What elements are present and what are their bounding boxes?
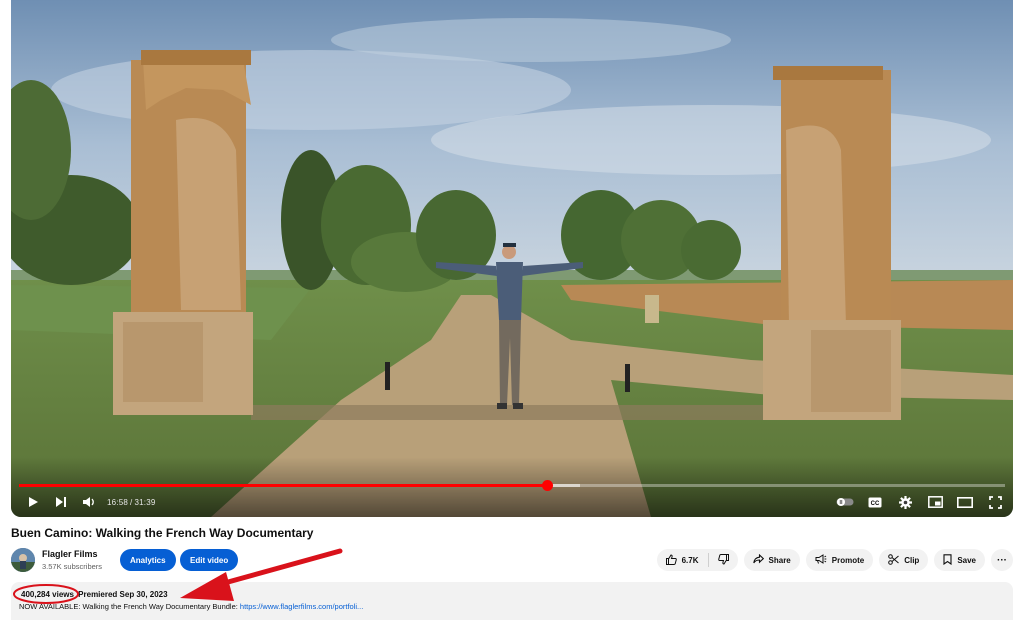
clip-button[interactable]: Clip <box>879 549 929 571</box>
time-separator: / <box>130 497 133 507</box>
fullscreen-button[interactable] <box>985 492 1005 512</box>
dislike-button[interactable] <box>709 549 738 571</box>
view-count: 400,284 views <box>21 590 74 599</box>
player-controls: 16:58/31:39 CC <box>11 492 1013 512</box>
channel-avatar[interactable] <box>11 548 35 572</box>
promote-button[interactable]: Promote <box>805 549 874 571</box>
promote-label: Promote <box>831 555 865 565</box>
video-player[interactable]: 16:58/31:39 CC <box>11 0 1013 517</box>
share-label: Share <box>768 555 791 565</box>
description-link[interactable]: https://www.flaglerfilms.com/portfoli... <box>240 602 363 611</box>
captions-button[interactable]: CC <box>865 492 885 512</box>
player-right-controls: CC <box>835 492 1005 512</box>
clip-label: Clip <box>904 555 920 565</box>
promote-icon <box>815 554 827 566</box>
captions-icon: CC <box>868 497 882 508</box>
analytics-button[interactable]: Analytics <box>120 549 176 571</box>
thumbs-up-icon <box>665 553 677 567</box>
play-icon <box>27 496 39 508</box>
share-button[interactable]: Share <box>743 549 800 571</box>
like-button[interactable]: 6.7K <box>657 549 708 571</box>
share-icon <box>752 553 764 566</box>
settings-button[interactable] <box>895 492 915 512</box>
like-dislike-group: 6.7K <box>656 549 738 571</box>
description-body: NOW AVAILABLE: Walking the French Way Do… <box>19 602 240 611</box>
miniplayer-icon <box>927 496 943 508</box>
video-title: Buen Camino: Walking the French Way Docu… <box>11 526 314 540</box>
autoplay-toggle[interactable] <box>835 492 855 512</box>
edit-video-button[interactable]: Edit video <box>180 549 239 571</box>
duration: 31:39 <box>134 497 156 507</box>
current-time: 16:58 <box>107 497 129 507</box>
scissors-icon <box>888 553 900 567</box>
fullscreen-icon <box>988 495 1002 509</box>
theater-mode-button[interactable] <box>955 492 975 512</box>
description-meta: 400,284 views Premiered Sep 30, 2023 <box>19 590 168 599</box>
theater-mode-icon <box>957 496 973 508</box>
more-actions-button[interactable]: ··· <box>991 549 1013 571</box>
volume-button[interactable] <box>79 492 99 512</box>
time-display: 16:58/31:39 <box>107 498 156 507</box>
save-label: Save <box>957 555 976 565</box>
description-text: NOW AVAILABLE: Walking the French Way Do… <box>19 602 363 611</box>
channel-row: Flagler Films 3.57K subscribers Analytic… <box>11 547 1013 573</box>
played-bar <box>19 484 548 487</box>
action-buttons: 6.7K Share Promote Clip Save ··· <box>656 549 1013 571</box>
channel-name[interactable]: Flagler Films <box>42 549 98 559</box>
settings-gear-icon <box>898 495 912 509</box>
description-box[interactable]: 400,284 views Premiered Sep 30, 2023 NOW… <box>11 582 1013 620</box>
volume-icon <box>82 496 96 508</box>
video-frame[interactable] <box>11 0 1013 517</box>
thumbs-down-icon <box>717 553 729 567</box>
svg-text:CC: CC <box>871 501 880 507</box>
like-count: 6.7K <box>681 555 699 565</box>
subscriber-count: 3.57K subscribers <box>42 562 103 571</box>
next-button[interactable] <box>51 492 71 512</box>
miniplayer-button[interactable] <box>925 492 945 512</box>
save-button[interactable]: Save <box>934 549 985 571</box>
play-button[interactable] <box>23 492 43 512</box>
progress-bar[interactable] <box>19 480 1005 491</box>
autoplay-toggle-icon <box>836 497 854 507</box>
premiere-date: Premiered Sep 30, 2023 <box>78 590 168 599</box>
bookmark-icon <box>943 553 952 567</box>
next-icon <box>55 496 67 508</box>
video-frame-image <box>11 0 1013 517</box>
